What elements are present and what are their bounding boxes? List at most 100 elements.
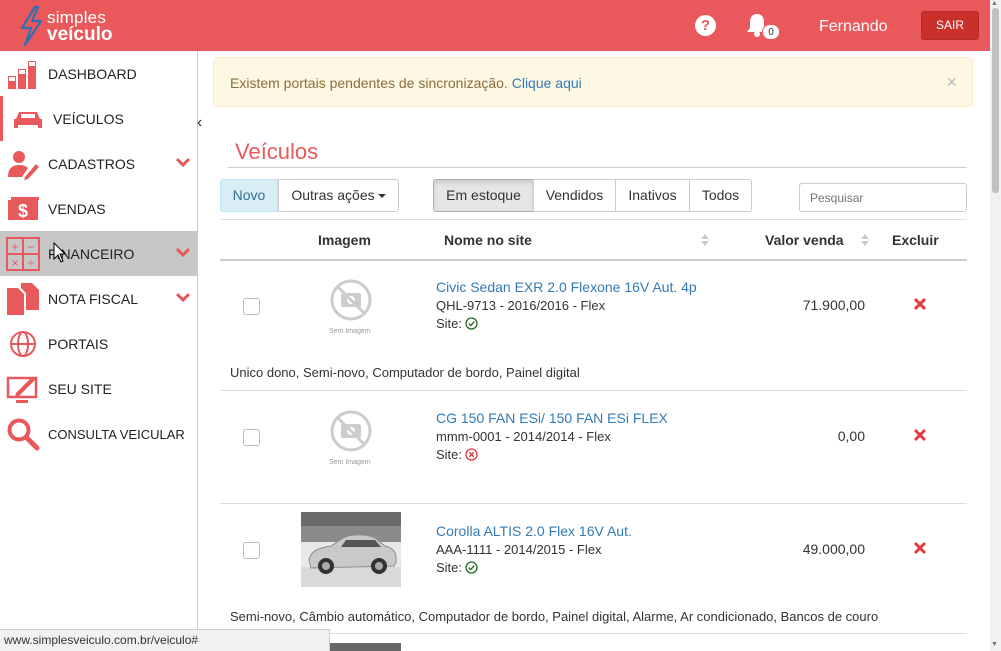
check-circle-icon [465, 317, 478, 330]
more-actions-label: Outras ações [291, 187, 375, 203]
money-icon: $ [8, 197, 39, 221]
chevron-down-icon [176, 247, 190, 257]
sidebar-item-label: PORTAIS [48, 336, 109, 352]
caret-down-icon [377, 194, 386, 199]
vehicle-name-link[interactable]: Civic Sedan EXR 2.0 Flexone 16V Aut. 4p [436, 279, 697, 295]
top-bar: simples veículo ? 0 Fernando SAIR [0, 0, 990, 51]
calculator-icon: + − × ÷ [6, 237, 40, 271]
svg-text:×: × [11, 256, 18, 270]
vehicle-price: 0,00 [837, 428, 865, 444]
sort-icon[interactable] [860, 232, 870, 248]
bar-chart-icon [8, 61, 36, 89]
row-checkbox[interactable] [243, 298, 260, 315]
scrollbar-thumb[interactable] [992, 8, 999, 193]
vehicle-details: AAA-1111 - 2014/2015 - Flex [436, 542, 602, 557]
globe-icon [10, 331, 36, 357]
car-icon [14, 112, 42, 128]
svg-text:$: $ [18, 201, 28, 221]
table-header-bottom-rule [220, 259, 967, 261]
sidebar-item-label: DASHBOARD [48, 66, 137, 82]
help-icon[interactable]: ? [695, 15, 716, 36]
sidebar-item-label: CADASTROS [48, 156, 136, 172]
sidebar-item-financeiro[interactable]: + − × ÷ FINANCEIRO [0, 231, 197, 276]
site-label: Site: [436, 316, 463, 331]
app-logo[interactable]: simples veículo [18, 5, 118, 47]
delete-icon[interactable] [913, 428, 927, 442]
search-input[interactable] [799, 183, 967, 212]
delete-icon[interactable] [913, 297, 927, 311]
sidebar-item-label: VEÍCULOS [53, 111, 124, 127]
sync-alert: Existem portais pendentes de sincronizaç… [213, 57, 973, 107]
alert-text: Existem portais pendentes de sincronizaç… [230, 75, 508, 91]
sort-icon[interactable] [700, 232, 710, 248]
logout-button[interactable]: SAIR [921, 11, 979, 40]
sidebar-item-vendas[interactable]: $ VENDAS [0, 186, 197, 231]
column-header-delete: Excluir [892, 232, 939, 248]
sidebar-item-label: SEU SITE [48, 381, 112, 397]
site-label: Site: [436, 560, 463, 575]
filter-inativos[interactable]: Inativos [615, 179, 690, 212]
sidebar-item-label: VENDAS [48, 201, 106, 217]
sidebar-item-seu-site[interactable]: SEU SITE [0, 366, 197, 411]
magnifier-icon [7, 418, 40, 451]
no-image-text: Sem Imagem [329, 459, 371, 466]
chevron-down-icon [176, 292, 190, 302]
sidebar-item-portais[interactable]: PORTAIS [0, 321, 197, 366]
sidebar-item-consulta-veicular[interactable]: CONSULTA VEICULAR [0, 411, 197, 456]
row-divider [220, 633, 967, 634]
sidebar: DASHBOARD VEÍCULOS CADASTROS $ VENDAS + … [0, 51, 198, 651]
delete-icon[interactable] [913, 541, 927, 555]
vehicle-name-link[interactable]: Corolla ALTIS 2.0 Flex 16V Aut. [436, 523, 632, 539]
vehicle-photo-partial [330, 643, 401, 651]
title-divider [228, 167, 967, 168]
user-name[interactable]: Fernando [819, 18, 888, 36]
filter-em-estoque[interactable]: Em estoque [433, 179, 534, 212]
new-vehicle-button[interactable]: Novo [220, 179, 278, 212]
sidebar-item-veiculos[interactable]: VEÍCULOS [0, 96, 197, 141]
row-divider [220, 503, 967, 504]
close-icon[interactable]: × [946, 73, 957, 91]
vehicle-details: QHL-9713 - 2016/2016 - Flex [436, 298, 606, 313]
vehicle-features: Semi-novo, Câmbio automático, Computador… [230, 609, 879, 624]
vehicle-photo[interactable] [301, 512, 401, 587]
table-header-top-rule [220, 219, 967, 220]
vehicle-name-link[interactable]: CG 150 FAN ESi/ 150 FAN ESi FLEX [436, 410, 668, 426]
sidebar-item-label: CONSULTA VEICULAR [48, 427, 185, 442]
row-checkbox[interactable] [243, 429, 260, 446]
sidebar-collapse-icon[interactable]: ‹ [197, 114, 211, 134]
chevron-down-icon [176, 157, 190, 167]
scroll-down-arrow-icon[interactable]: ▼ [991, 641, 998, 648]
user-edit-icon [8, 151, 39, 180]
filter-vendidos[interactable]: Vendidos [533, 179, 616, 212]
error-circle-icon [465, 448, 478, 461]
check-circle-icon [465, 561, 478, 574]
sidebar-item-label: NOTA FISCAL [48, 291, 138, 307]
page-title: Veículos [235, 139, 319, 164]
more-actions-button[interactable]: Outras ações [278, 179, 399, 212]
scroll-up-arrow-icon[interactable]: ▲ [991, 0, 998, 7]
vehicle-features: Unico dono, Semi-novo, Computador de bor… [230, 365, 580, 380]
svg-text:−: − [27, 240, 34, 254]
svg-text:÷: ÷ [28, 256, 35, 270]
vehicle-site-status: Site: [436, 447, 478, 462]
no-image-text: Sem Imagem [329, 328, 371, 335]
vehicle-site-status: Site: [436, 316, 478, 331]
sidebar-item-cadastros[interactable]: CADASTROS [0, 141, 197, 186]
alert-link[interactable]: Clique aqui [512, 75, 582, 91]
filter-todos[interactable]: Todos [689, 179, 752, 212]
sidebar-item-nota-fiscal[interactable]: NOTA FISCAL [0, 276, 197, 321]
sidebar-item-dashboard[interactable]: DASHBOARD [0, 51, 197, 96]
logo-text-line2: veículo [47, 24, 113, 45]
row-checkbox[interactable] [243, 542, 260, 559]
site-label: Site: [436, 447, 463, 462]
browser-status-url: www.simplesveiculo.com.br/veiculo# [0, 629, 330, 651]
column-header-price[interactable]: Valor venda [765, 232, 844, 248]
column-header-image: Imagem [318, 232, 371, 248]
notification-count-badge: 0 [762, 24, 780, 40]
row-divider [220, 390, 967, 391]
monitor-edit-icon [6, 376, 38, 403]
column-header-name[interactable]: Nome no site [444, 232, 532, 248]
vehicle-price: 71.900,00 [802, 297, 865, 313]
mouse-cursor-icon [53, 242, 67, 263]
vehicle-details: mmm-0001 - 2014/2014 - Flex [436, 429, 611, 444]
